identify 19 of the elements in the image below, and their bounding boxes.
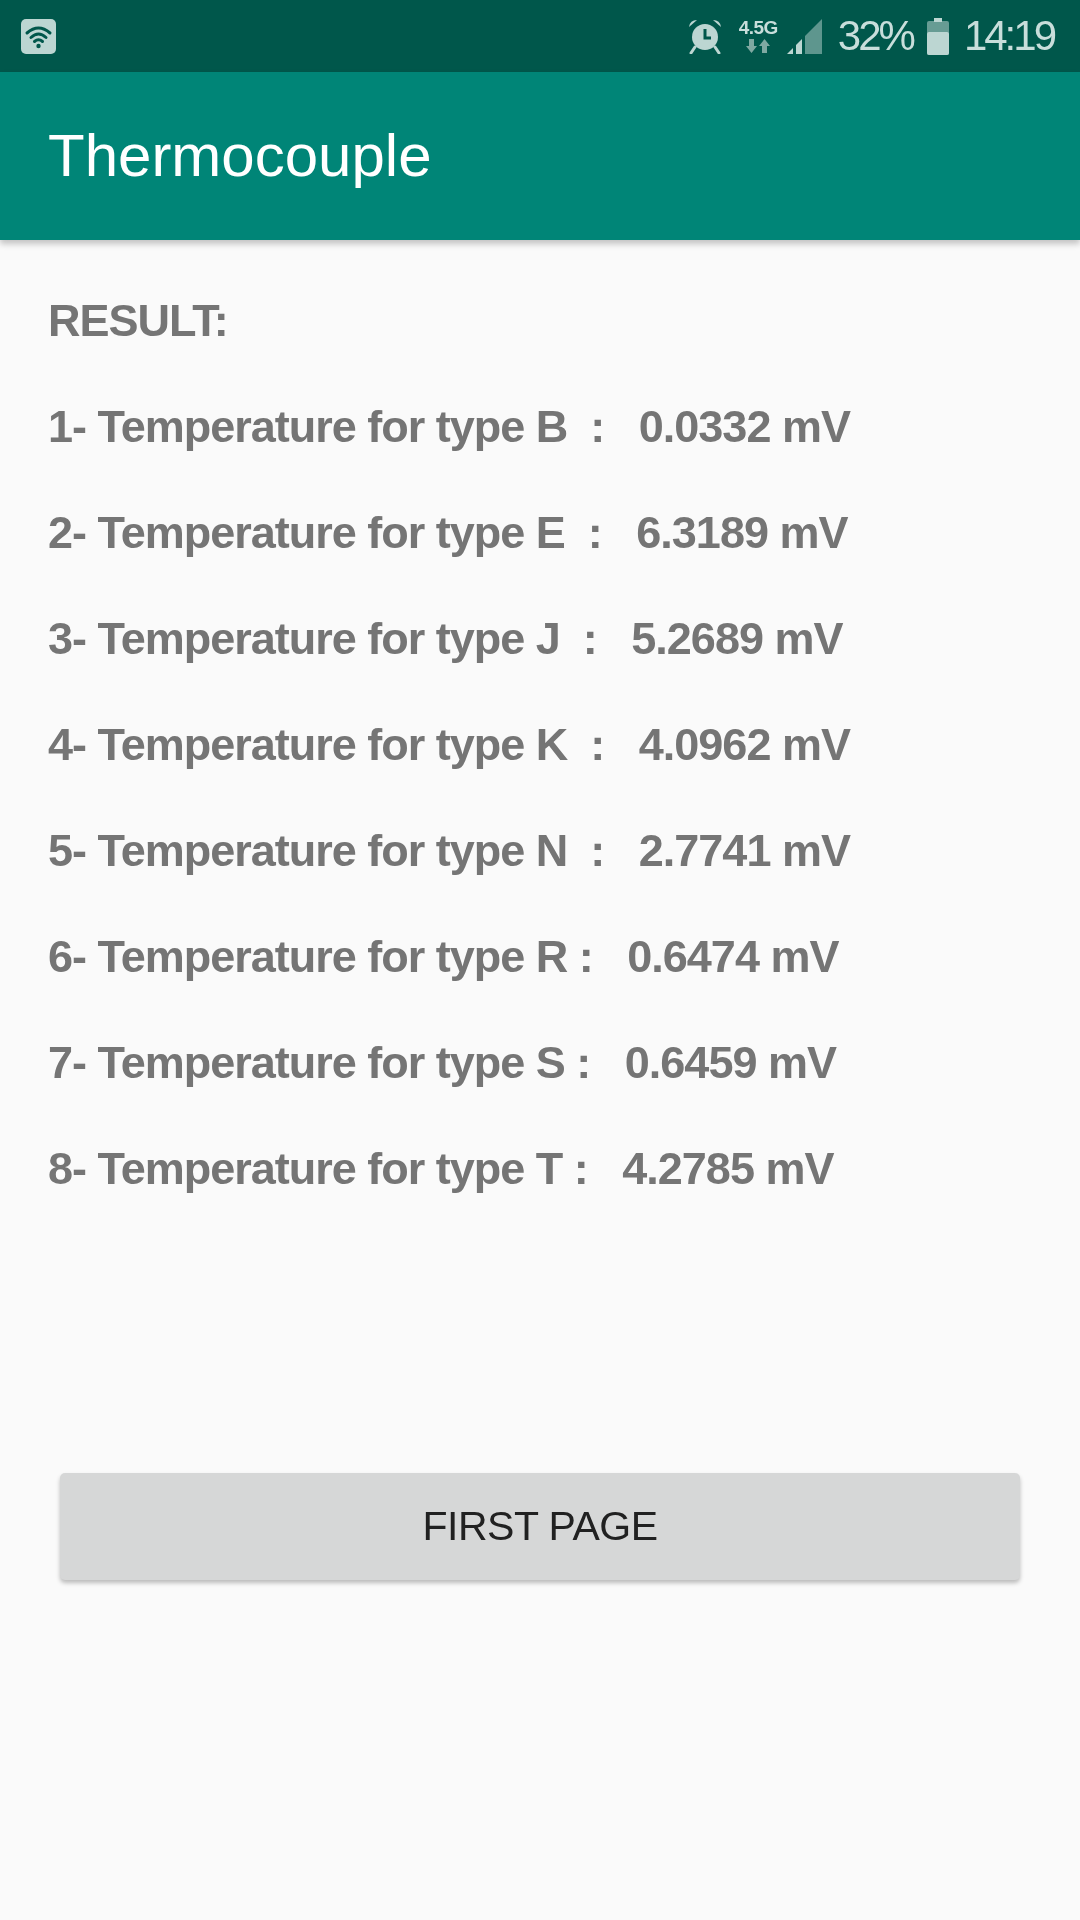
result-line: 8- Temperature for type T : 4.2785 mV xyxy=(48,1143,834,1195)
first-page-button[interactable]: FIRST PAGE xyxy=(60,1473,1020,1580)
result-line: 5- Temperature for type N : 2.7741 mV xyxy=(48,825,850,877)
battery-percentage: 32% xyxy=(837,14,913,58)
result-line: 7- Temperature for type S : 0.6459 mV xyxy=(48,1037,836,1089)
clock-time: 14:19 xyxy=(963,14,1054,58)
result-line: 3- Temperature for type J : 5.2689 mV xyxy=(48,613,843,665)
result-line: 2- Temperature for type E : 6.3189 mV xyxy=(48,507,848,559)
app-title: Thermocouple xyxy=(48,121,432,191)
wifi-icon xyxy=(21,18,56,54)
data-transfer-icon xyxy=(746,39,771,53)
signal-strength-icon xyxy=(786,18,822,54)
result-line: 1- Temperature for type B : 0.0332 mV xyxy=(48,401,850,453)
network-type-label: 4.5G xyxy=(738,19,778,36)
result-line: 6- Temperature for type R : 0.6474 mV xyxy=(48,931,839,983)
result-line: 4- Temperature for type K : 4.0962 mV xyxy=(48,719,850,771)
result-heading: RESULT: xyxy=(48,295,228,347)
battery-icon xyxy=(926,17,949,55)
alarm-clock-icon xyxy=(686,18,723,54)
